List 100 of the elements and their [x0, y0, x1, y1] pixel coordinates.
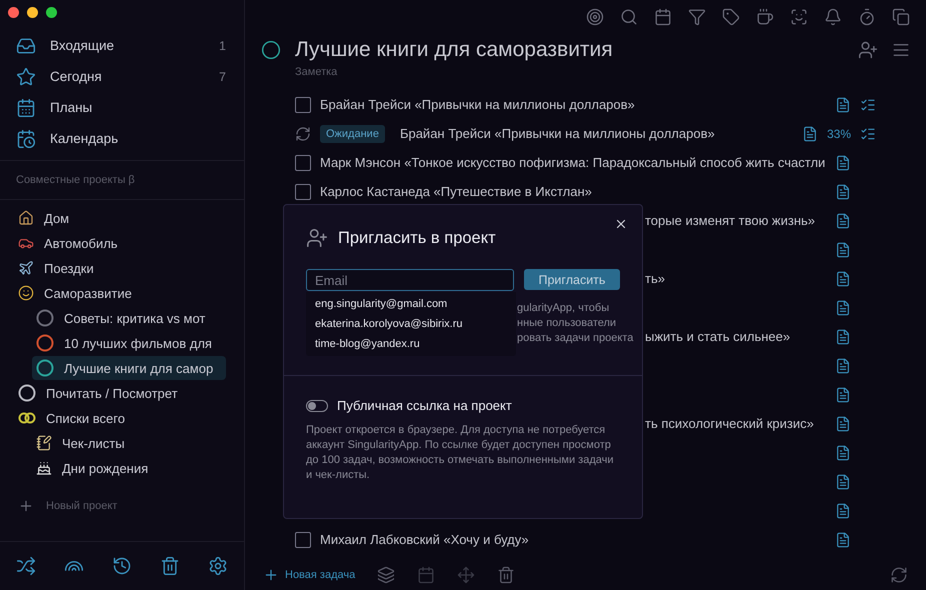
layers-icon[interactable]	[377, 566, 396, 584]
add-user-icon	[306, 227, 328, 249]
repeat-icon	[295, 126, 311, 142]
note-icon	[802, 126, 818, 142]
project-item[interactable]: Почитать / Посмотрет	[14, 381, 226, 405]
copy-icon[interactable]	[892, 8, 910, 26]
rings-icon	[18, 412, 36, 424]
project-title: Лучшие книги для саморазвития	[295, 38, 614, 62]
new-task-button[interactable]: Новая задача	[263, 567, 356, 583]
note-icon	[835, 444, 851, 460]
task-title: торые изменят твою жизнь»	[645, 213, 816, 228]
task-title: Карлос Кастанеда «Путешествие в Икстлан»	[320, 184, 593, 199]
scan-icon[interactable]	[790, 8, 808, 26]
bell-icon[interactable]	[824, 8, 842, 26]
note-icon	[835, 328, 851, 344]
note-icon	[835, 416, 851, 432]
project-item[interactable]: Списки всего	[14, 406, 226, 430]
trash-icon[interactable]	[160, 556, 180, 576]
shuffle-icon[interactable]	[16, 556, 36, 576]
maximize-window-button[interactable]	[46, 7, 57, 18]
notepad-icon	[36, 435, 52, 451]
project-item[interactable]: Советы: критика vs мот	[32, 306, 226, 330]
task-title: ть»	[645, 271, 666, 286]
suggestion-item[interactable]: ekaterina.korolyova@sibirix.ru	[306, 314, 516, 334]
nav-item[interactable]: Входящие 1	[0, 30, 244, 61]
task-title: Михаил Лабковский «Хочу и буду»	[320, 532, 530, 547]
project-item[interactable]: Дни рождения	[32, 456, 226, 480]
note-icon	[835, 474, 851, 490]
calendar-clock-icon	[16, 128, 36, 148]
toggle-label: Публичная ссылка на проект	[337, 398, 512, 413]
project-item[interactable]: Поездки	[14, 256, 226, 280]
plus-icon	[263, 567, 279, 583]
task-title: ыжить и стать сильнее»	[645, 329, 792, 344]
task-title: Брайан Трейси «Привычки на миллионы долларов»	[400, 126, 716, 141]
email-field[interactable]: Email	[306, 269, 514, 291]
description-text: ровать задачи проекта	[517, 331, 634, 346]
note-icon	[835, 242, 851, 258]
note-icon	[835, 184, 851, 200]
settings-icon[interactable]	[208, 556, 228, 576]
note-icon	[835, 96, 851, 112]
calendar-icon[interactable]	[654, 8, 672, 26]
sync-icon[interactable]	[890, 566, 908, 584]
checkbox[interactable]	[295, 532, 311, 548]
plus-icon	[18, 498, 34, 514]
project-subtitle: Заметка	[294, 65, 338, 80]
section-title: Совместные проекты β	[15, 173, 136, 188]
trash-icon[interactable]	[497, 566, 516, 584]
house-icon	[18, 210, 34, 226]
star-icon	[16, 66, 36, 86]
public-link-description: Проект откроется в браузере. Для доступа не потребуется аккаунт SingularityApp. По ссылке будет доступен просмотр до 100 задач, возможность отмечать выполненными задачи и чек-листы.	[305, 423, 614, 483]
plane-icon	[18, 260, 34, 276]
task-title: Брайан Трейси «Привычки на миллионы долларов»	[320, 97, 636, 112]
progress-text: 33%	[826, 126, 851, 140]
project-item[interactable]: 10 лучших фильмов для	[32, 331, 226, 355]
inbox-icon	[16, 36, 36, 56]
nav-item[interactable]: Сегодня 7	[0, 61, 244, 92]
task-title: Марк Мэнсон «Тонкое искусство пофигизма: Парадоксальный способ жить счастли	[320, 155, 826, 170]
note-icon	[835, 532, 851, 548]
dialog-title: Пригласить в проект	[338, 228, 496, 248]
item-count: 7	[219, 70, 226, 84]
nav-item[interactable]: Планы	[0, 92, 244, 123]
target-icon[interactable]	[586, 8, 604, 26]
note-icon	[835, 154, 851, 170]
menu-icon[interactable]	[892, 41, 910, 59]
project-item[interactable]: Чек-листы	[32, 431, 226, 455]
cake-icon	[36, 460, 52, 476]
invite-button[interactable]: Пригласить	[524, 269, 620, 290]
tag-icon[interactable]	[722, 8, 740, 26]
cup-icon[interactable]	[756, 8, 774, 26]
checkbox[interactable]	[295, 96, 311, 112]
add-user-icon[interactable]	[858, 40, 878, 60]
timer-icon[interactable]	[858, 8, 876, 26]
project-item[interactable]: Лучшие книги для самор	[32, 356, 226, 380]
task-title: ть психологический кризис»	[645, 416, 815, 431]
status-tag: Ожидание	[320, 124, 385, 142]
project-item[interactable]: Автомобиль	[14, 231, 226, 255]
suggestion-item[interactable]: eng.singularity@gmail.com	[306, 294, 516, 314]
description-text: gularityApp, чтобы	[517, 301, 610, 316]
project-item[interactable]: Саморазвитие	[14, 281, 226, 305]
project-item[interactable]: Дом	[14, 206, 226, 230]
note-icon	[835, 386, 851, 402]
note-icon	[835, 300, 851, 316]
note-icon	[835, 212, 851, 228]
filter-icon[interactable]	[688, 8, 706, 26]
suggestion-item[interactable]: time-blog@yandex.ru	[306, 334, 516, 354]
note-icon	[835, 270, 851, 286]
note-icon	[835, 358, 851, 374]
checkbox[interactable]	[295, 184, 311, 200]
minimize-window-button[interactable]	[27, 7, 38, 18]
close-window-button[interactable]	[8, 7, 19, 18]
search-icon[interactable]	[620, 8, 638, 26]
toggle-switch[interactable]	[306, 400, 328, 412]
item-count: 1	[219, 38, 226, 52]
nav-item[interactable]: Календарь	[0, 123, 244, 154]
description-text: нные пользователи	[517, 316, 618, 331]
history-icon[interactable]	[112, 556, 132, 576]
calendar-grid-icon	[16, 98, 36, 118]
note-icon	[835, 502, 851, 518]
circle-icon	[261, 40, 281, 60]
checkbox[interactable]	[295, 154, 311, 170]
